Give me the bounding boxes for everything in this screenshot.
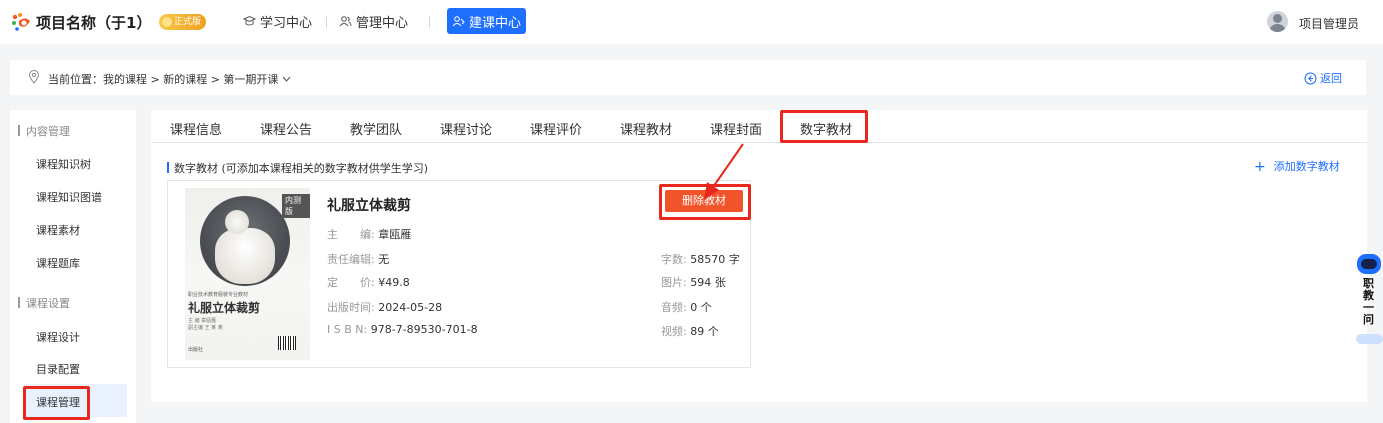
cover-title: 礼服立体裁剪 — [188, 301, 261, 315]
chevron-down-icon[interactable] — [282, 76, 291, 82]
sidebar-item-knowledge-graph[interactable]: 课程知识图谱 — [36, 189, 102, 205]
assistant-label: 职教一问 — [1363, 277, 1374, 326]
cover-tag: 内测版 — [282, 194, 310, 218]
book-isbn: I S B N: 978-7-89530-701-8 — [327, 323, 478, 336]
nav-learning-center[interactable]: 学习中心 — [238, 8, 317, 34]
nav-divider — [429, 16, 430, 28]
sidebar-group-content: 内容管理 — [18, 123, 70, 139]
highlight-box — [23, 386, 90, 420]
book-title: 礼服立体裁剪 — [327, 198, 411, 214]
badge-dot-icon — [162, 17, 172, 27]
tab-reviews[interactable]: 课程评价 — [530, 119, 582, 138]
top-bar: 项目名称（于1） 正式版 学习中心 管理中心 建课中心 项目管理员 — [0, 0, 1383, 44]
textbook-card: 内测版 职业技术教育服装专业教材 礼服立体裁剪 主 编 章瓯雁 副主编 王 某 … — [167, 180, 751, 368]
book-audio-count: 音频: 0 个 — [661, 301, 712, 314]
sidebar-item-materials[interactable]: 课程素材 — [36, 222, 80, 238]
section-title: 数字教材 (可添加本课程相关的数字教材供学生学习) — [167, 160, 428, 176]
logo-icon — [12, 13, 30, 31]
graduation-cap-icon — [243, 15, 256, 25]
sidebar-item-course-design[interactable]: 课程设计 — [36, 329, 80, 345]
annotation-arrow-icon — [704, 143, 744, 200]
tab-textbooks[interactable]: 课程教材 — [620, 119, 672, 138]
location-pin-icon — [28, 70, 40, 84]
book-responsible-editor: 责任编辑: 无 — [327, 253, 390, 266]
highlight-box — [780, 110, 868, 143]
nav-divider — [326, 16, 327, 28]
nav-course-build-center[interactable]: 建课中心 — [447, 8, 527, 34]
cover-dress-image — [215, 228, 275, 284]
back-button[interactable]: 返回 — [1304, 70, 1342, 86]
breadcrumb-bar: 当前位置：我的课程 > 新的课程 > 第一期开课 返回 — [10, 60, 1366, 95]
version-badge: 正式版 — [159, 14, 207, 30]
book-price: 定 价: ¥49.8 — [327, 276, 410, 289]
main-panel: 课程信息 课程公告 教学团队 课程讨论 课程评价 课程教材 课程封面 数字教材 … — [151, 110, 1367, 402]
users-icon — [339, 15, 352, 26]
assistant-widget[interactable]: 职教一问 — [1354, 250, 1383, 348]
build-icon — [452, 15, 465, 26]
tab-announcements[interactable]: 课程公告 — [260, 119, 312, 138]
tab-discussion[interactable]: 课程讨论 — [440, 119, 492, 138]
barcode-icon — [278, 336, 296, 350]
book-word-count: 字数: 58570 字 — [661, 253, 740, 266]
sidebar: 内容管理 课程知识树 课程知识图谱 课程素材 课程题库 课程设置 课程设计 目录… — [10, 110, 136, 423]
add-digital-textbook-button[interactable]: + 添加数字教材 — [1254, 158, 1340, 175]
tab-teaching-team[interactable]: 教学团队 — [350, 119, 402, 138]
nav-management-center[interactable]: 管理中心 — [334, 8, 413, 34]
sidebar-item-knowledge-tree[interactable]: 课程知识树 — [36, 156, 91, 172]
cover-publisher: 出版社 — [188, 347, 204, 353]
tab-course-info[interactable]: 课程信息 — [170, 119, 222, 138]
book-cover[interactable]: 内测版 职业技术教育服装专业教材 礼服立体裁剪 主 编 章瓯雁 副主编 王 某 … — [185, 188, 310, 360]
robot-icon — [1357, 254, 1381, 274]
book-image-count: 图片: 594 张 — [661, 276, 726, 289]
sidebar-item-catalog-config[interactable]: 目录配置 — [36, 361, 80, 377]
cover-corsage-image — [225, 210, 249, 234]
book-publish-date: 出版时间: 2024-05-28 — [327, 301, 443, 314]
book-editor: 主 编: 章瓯雁 — [327, 228, 412, 241]
avatar[interactable] — [1267, 11, 1288, 32]
tab-cover[interactable]: 课程封面 — [710, 119, 762, 138]
book-video-count: 视频: 89 个 — [661, 325, 719, 338]
app-title: 项目名称（于1） — [36, 14, 152, 32]
back-arrow-icon — [1304, 72, 1317, 84]
sidebar-item-question-bank[interactable]: 课程题库 — [36, 255, 80, 271]
sidebar-group-settings: 课程设置 — [18, 295, 70, 311]
cover-series: 职业技术教育服装专业教材 — [188, 292, 249, 298]
plus-icon: + — [1254, 159, 1266, 175]
cover-authors: 主 编 章瓯雁 副主编 王 某 某 — [188, 318, 223, 331]
cloud-icon — [1356, 334, 1383, 344]
user-name[interactable]: 项目管理员 — [1299, 15, 1359, 32]
breadcrumb[interactable]: 当前位置：我的课程 > 新的课程 > 第一期开课 — [48, 71, 291, 87]
